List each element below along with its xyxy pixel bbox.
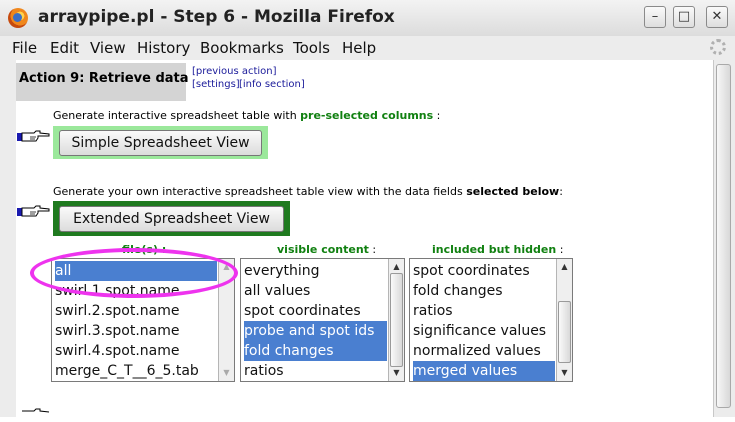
menu-tools[interactable]: Tools	[293, 39, 330, 57]
list-item[interactable]: probe and spot ids	[244, 321, 387, 341]
list-item[interactable]: merge_C_T__6_5.tab	[55, 361, 199, 381]
scrollbar-thumb[interactable]	[716, 64, 731, 408]
maximize-button[interactable]: □	[673, 6, 695, 28]
title-bar: arraypipe.pl - Step 6 - Mozilla Firefox …	[0, 0, 735, 37]
list-item[interactable]: merged values	[413, 361, 555, 381]
hidden-content-listbox[interactable]: spot coordinates fold changes ratios sig…	[409, 258, 573, 382]
loading-spinner-icon	[710, 39, 726, 55]
list-item[interactable]: spot coordinates	[413, 261, 530, 281]
menu-edit[interactable]: Edit	[50, 39, 79, 57]
list-item[interactable]: all values	[244, 281, 310, 301]
scrollbar-thumb[interactable]	[558, 301, 571, 363]
list-item[interactable]: ratios	[413, 301, 453, 321]
info-section-link[interactable]: [info section]	[239, 79, 305, 90]
close-button[interactable]: ✕	[706, 6, 728, 28]
menu-file[interactable]: File	[12, 39, 37, 57]
pointing-hand-icon	[17, 205, 50, 217]
menu-help[interactable]: Help	[342, 39, 376, 57]
previous-action-link[interactable]: [previous action]	[192, 66, 277, 77]
list-item[interactable]: spot coordinates	[244, 301, 361, 321]
scroll-down-arrow-icon[interactable]: ▼	[559, 367, 570, 378]
firefox-icon	[8, 8, 28, 28]
list-item[interactable]: fold changes	[244, 341, 387, 361]
pointing-hand-icon	[17, 130, 50, 142]
hidden-scrollbar[interactable]: ▲ ▼	[556, 259, 572, 381]
list-item[interactable]: significance values	[413, 321, 546, 341]
visible-scrollbar[interactable]: ▲ ▼	[388, 259, 404, 381]
simple-description: Generate interactive spreadsheet table w…	[53, 109, 441, 122]
action-title: Action 9: Retrieve data	[19, 71, 189, 86]
window-title: arraypipe.pl - Step 6 - Mozilla Firefox	[38, 7, 395, 27]
annotation-oval	[30, 248, 238, 298]
simple-spreadsheet-button[interactable]: Simple Spreadsheet View	[59, 130, 262, 156]
scroll-up-arrow-icon[interactable]: ▲	[391, 261, 402, 272]
extended-spreadsheet-button[interactable]: Extended Spreadsheet View	[59, 206, 284, 232]
visible-content-listbox[interactable]: everything all values spot coordinates p…	[240, 258, 405, 382]
list-item[interactable]: ratios	[244, 361, 284, 381]
menu-bookmarks[interactable]: Bookmarks	[200, 39, 284, 57]
scrollbar-thumb[interactable]	[390, 273, 403, 367]
list-item[interactable]: swirl.2.spot.name	[55, 301, 179, 321]
list-item[interactable]: normalized values	[413, 341, 541, 361]
scroll-up-arrow-icon[interactable]: ▲	[559, 261, 570, 272]
settings-link[interactable]: [settings]	[192, 79, 240, 90]
menu-history[interactable]: History	[137, 39, 190, 57]
visible-column-header: visible content :	[277, 243, 377, 256]
list-item[interactable]: fold changes	[413, 281, 503, 301]
pointing-hand-icon	[22, 408, 50, 413]
hidden-column-header: included but hidden :	[432, 243, 564, 256]
page-margin	[0, 60, 16, 417]
minimize-button[interactable]: –	[644, 6, 666, 28]
scroll-down-arrow-icon[interactable]: ▼	[221, 367, 232, 378]
extended-description: Generate your own interactive spreadshee…	[53, 185, 563, 198]
list-item[interactable]: everything	[244, 261, 320, 281]
list-item[interactable]: swirl.4.spot.name	[55, 341, 179, 361]
scroll-down-arrow-icon[interactable]: ▼	[391, 367, 402, 378]
menu-view[interactable]: View	[90, 39, 126, 57]
list-item[interactable]: swirl.3.spot.name	[55, 321, 179, 341]
